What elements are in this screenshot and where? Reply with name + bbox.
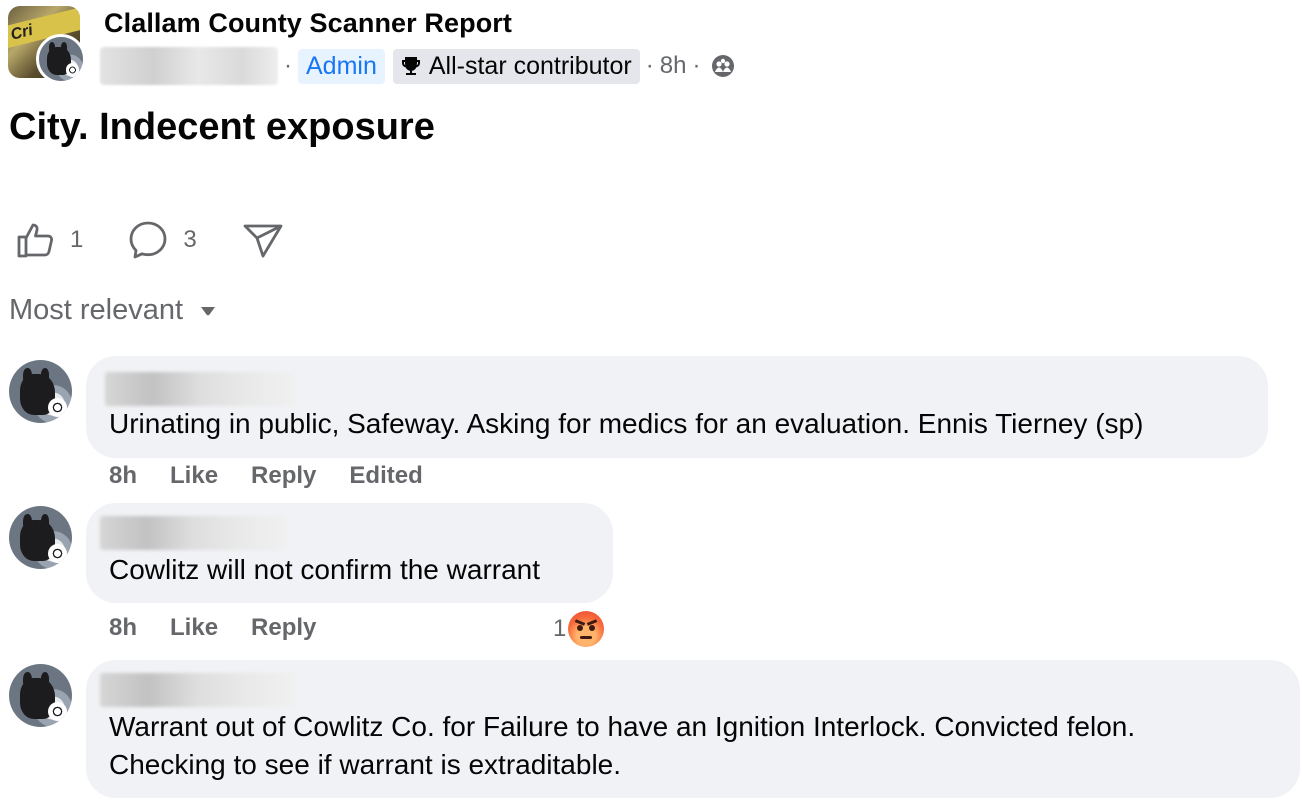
post-title: City. Indecent exposure (9, 106, 435, 148)
author-avatar[interactable] (36, 34, 86, 84)
comment-meta: 8h Like Reply (109, 614, 349, 642)
commenter-avatar[interactable] (9, 664, 72, 727)
commenter-name-redacted[interactable] (105, 372, 295, 406)
reaction-count: 1 (553, 615, 567, 642)
angry-reaction-icon (568, 611, 605, 647)
comment-meta: 8h Like Reply Edited (109, 462, 456, 490)
trophy-icon (401, 57, 420, 75)
share-button[interactable] (241, 218, 285, 262)
comment-text: Cowlitz will not confirm the warrant (109, 554, 541, 585)
comment-text: Urinating in public, Safeway. Asking for… (109, 408, 1144, 439)
admin-badge[interactable]: Admin (298, 48, 385, 84)
comment-sort-dropdown[interactable]: Most relevant (9, 294, 217, 327)
comment-time[interactable]: 8h (109, 462, 137, 490)
comment-reactions[interactable]: 1 (553, 611, 605, 647)
group-members-icon[interactable] (710, 53, 736, 79)
comment-reply-button[interactable]: Reply (251, 462, 316, 490)
group-name[interactable]: Clallam County Scanner Report (104, 8, 512, 39)
comment-text-line-1: Warrant out of Cowlitz Co. for Failure t… (109, 711, 1136, 742)
thumbs-up-icon (17, 223, 53, 258)
all-star-contributor-badge[interactable]: All-star contributor (392, 48, 640, 84)
commenter-name-redacted[interactable] (100, 516, 286, 550)
comment-bubble-icon (129, 221, 167, 259)
commenter-name-redacted[interactable] (100, 673, 294, 707)
like-button[interactable]: 1 (14, 219, 83, 261)
comment-count: 3 (183, 226, 197, 253)
contributor-badge-label: All-star contributor (428, 51, 632, 80)
separator: · (284, 52, 292, 79)
like-count: 1 (70, 226, 84, 253)
separator: · (645, 52, 654, 79)
post-meta: · Admin All-star contributor · 8h · (100, 45, 736, 87)
post-time[interactable]: 8h (660, 52, 687, 80)
caret-down-icon (201, 306, 216, 315)
comment-text-line-2: Checking to see if warrant is extraditab… (109, 749, 622, 780)
post-actions: 1 3 (14, 216, 329, 264)
comment-edited-label[interactable]: Edited (349, 462, 422, 490)
comment-like-button[interactable]: Like (170, 462, 218, 490)
sort-label: Most relevant (9, 294, 184, 326)
comment-button[interactable]: 3 (127, 219, 197, 261)
comment-like-button[interactable]: Like (170, 614, 218, 642)
separator: · (692, 52, 701, 79)
comment-time[interactable]: 8h (109, 614, 137, 642)
author-name-redacted[interactable] (100, 47, 278, 85)
comment-reply-button[interactable]: Reply (251, 614, 316, 642)
commenter-avatar[interactable] (9, 506, 72, 569)
share-icon (243, 224, 283, 258)
commenter-avatar[interactable] (9, 360, 72, 423)
